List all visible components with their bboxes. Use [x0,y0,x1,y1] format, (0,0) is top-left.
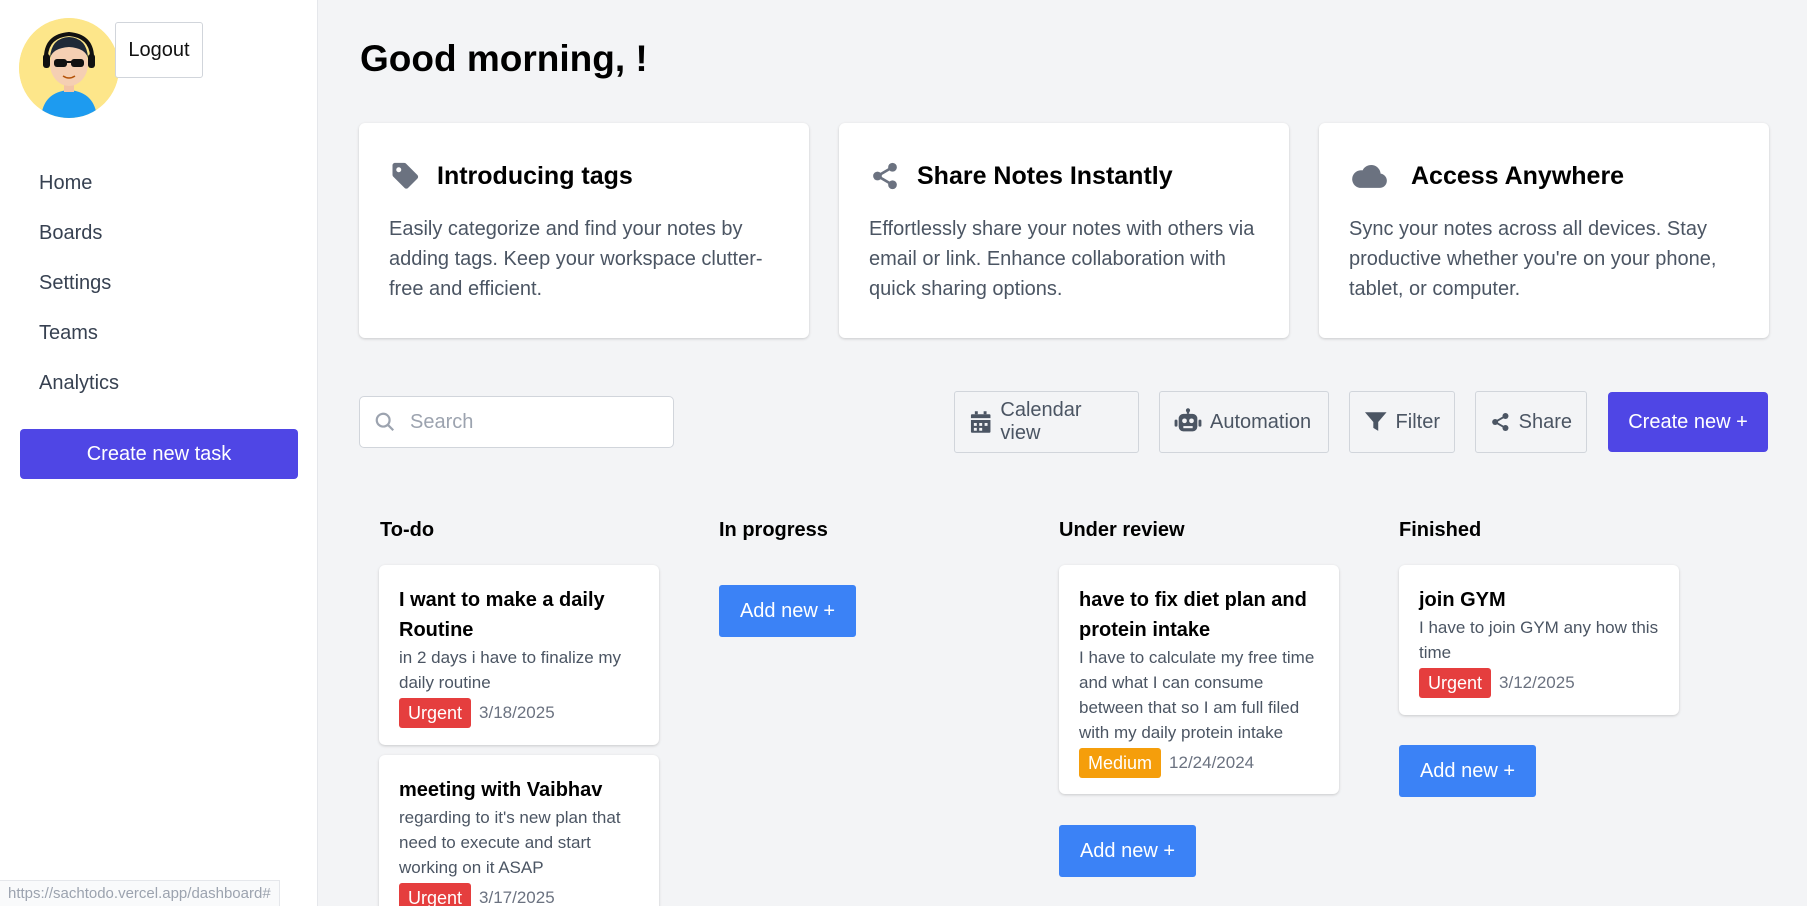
task-description: I have to join GYM any how this time [1419,618,1659,662]
column-title-in-progress: In progress [719,519,828,541]
sidebar-item-home[interactable]: Home [39,158,119,208]
sidebar: Logout Home Boards Settings Teams Analyt… [0,0,318,906]
logout-button[interactable]: Logout [115,22,203,78]
status-bar-url: https://sachtodo.vercel.app/dashboard# [0,880,280,906]
task-title: I want to make a daily Routine [399,589,605,641]
share-button[interactable]: Share [1475,391,1587,453]
task-description: I have to calculate my free time and wha… [1079,648,1315,742]
avatar[interactable] [19,18,119,118]
task-card[interactable]: join GYM I have to join GYM any how this… [1399,565,1679,715]
task-date: 3/12/2025 [1499,673,1575,692]
share-icon [1492,412,1509,432]
share-icon [869,160,901,192]
feature-card-tags: Introducing tags Easily categorize and f… [359,123,809,338]
cloud-icon [1349,160,1389,192]
feature-description: Easily categorize and find your notes by… [389,218,763,300]
sidebar-nav: Home Boards Settings Teams Analytics [39,158,119,408]
add-new-task-button[interactable]: Add new + [1059,825,1196,877]
search-box [359,396,674,448]
search-input[interactable] [410,410,650,434]
column-title-finished: Finished [1399,519,1482,541]
task-card[interactable]: have to fix diet plan and protein intake… [1059,565,1339,794]
feature-title: Access Anywhere [1411,161,1625,190]
profile [19,18,119,118]
task-date: 12/24/2024 [1169,753,1255,772]
task-date: 3/18/2025 [479,703,555,722]
task-description: in 2 days i have to finalize my daily ro… [399,648,622,692]
sidebar-item-boards[interactable]: Boards [39,208,119,258]
create-new-button[interactable]: Create new + [1608,392,1768,452]
filter-label: Filter [1395,410,1440,433]
task-description: regarding to it's new plan that need to … [399,808,621,877]
priority-badge: Urgent [399,698,472,728]
filter-icon [1364,412,1387,431]
sidebar-item-settings[interactable]: Settings [39,258,119,308]
tag-icon [389,160,421,192]
share-label: Share [1518,410,1572,433]
page-title: Good morning, ! [360,38,648,79]
task-card[interactable]: meeting with Vaibhav regarding to it's n… [379,755,659,906]
search-icon [375,412,395,432]
feature-title: Introducing tags [437,161,633,190]
robot-icon [1174,408,1202,432]
calendar-view-label: Calendar view [1000,399,1082,444]
feature-description: Effortlessly share your notes with other… [869,218,1255,300]
calendar-icon [970,411,991,433]
feature-description: Sync your notes across all devices. Stay… [1349,218,1717,300]
priority-badge: Medium [1079,748,1162,778]
task-title: have to fix diet plan and protein intake [1079,589,1307,641]
task-title: join GYM [1419,589,1506,611]
priority-badge: Urgent [1419,668,1492,698]
add-new-task-button[interactable]: Add new + [1399,745,1536,797]
column-title-under-review: Under review [1059,519,1185,541]
feature-card-access: Access Anywhere Sync your notes across a… [1319,123,1769,338]
filter-button[interactable]: Filter [1349,391,1455,453]
avatar-image [19,18,119,118]
feature-card-share: Share Notes Instantly Effortlessly share… [839,123,1289,338]
task-date: 3/17/2025 [479,888,555,906]
create-new-task-button[interactable]: Create new task [20,429,298,479]
automation-label: Automation [1210,410,1312,433]
task-card[interactable]: I want to make a daily Routine in 2 days… [379,565,659,745]
priority-badge: Urgent [399,883,472,906]
sidebar-item-analytics[interactable]: Analytics [39,358,119,408]
column-title-todo: To-do [380,519,435,541]
sidebar-item-teams[interactable]: Teams [39,308,119,358]
task-title: meeting with Vaibhav [399,779,603,801]
calendar-view-button[interactable]: Calendar view [954,391,1139,453]
automation-button[interactable]: Automation [1159,391,1329,453]
feature-title: Share Notes Instantly [917,161,1173,190]
add-new-task-button[interactable]: Add new + [719,585,856,637]
